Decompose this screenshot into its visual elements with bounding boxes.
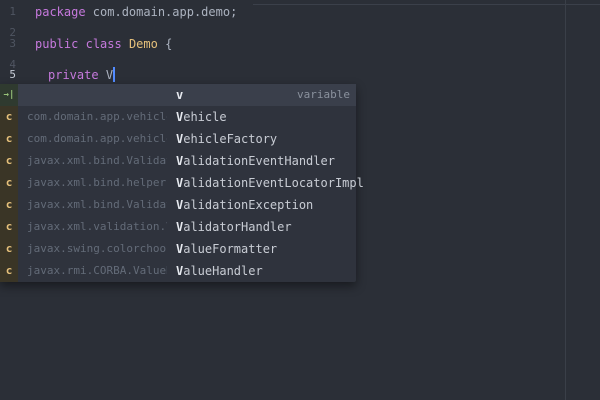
suggestion-rest: ehicleFactory [183,132,278,146]
suggestion-rest: alueHandler [183,264,263,278]
suggestion-text: ValidationEventHandler [176,150,335,172]
suggestion-package: javax.rmi.CORBA.ValueHa… [27,264,167,277]
suggestion-rest: alidationEventLocatorImpl [183,176,364,190]
suggestion-rest: ehicle [183,110,227,124]
suggestion-rest: alidationException [183,198,314,212]
suggestion-package: javax.xml.bind.helpers… [27,176,167,189]
suggestion-package: javax.xml.bind.Validati… [27,198,167,211]
class-type-icon: c [0,194,18,216]
suggestion-text: ValueFormatter [176,238,277,260]
line-number: 3 [9,37,16,50]
text-cursor [113,67,116,82]
autocomplete-item[interactable]: c javax.xml.validation.Va… ValidatorHand… [0,216,356,238]
suggestion-package: javax.xml.bind.Validati… [27,154,167,167]
suggestion-text: ValidatorHandler [176,216,292,238]
class-type-icon: c [0,106,18,128]
autocomplete-item-selected[interactable]: →| v variable [0,84,356,106]
class-type-icon: c [0,216,18,238]
suggestion-text: ValidationException [176,194,313,216]
class-type-icon: c [0,128,18,150]
snippet-arrow-icon: →| [0,84,18,106]
suggestion-kind: variable [297,88,350,101]
wrap-guide [565,0,566,400]
keyword-public: public [35,37,79,51]
keyword-private: private [48,68,99,82]
autocomplete-item[interactable]: c javax.xml.bind.helpers… ValidationEven… [0,172,364,194]
keyword-class: class [85,37,122,51]
suggestion-package: com.domain.app.vehicle… [27,110,167,123]
class-type-icon: c [0,172,18,194]
keyword-package: package [35,5,86,19]
autocomplete-item[interactable]: c javax.xml.bind.Validati… ValidationEve… [0,150,356,172]
autocomplete-item[interactable]: c com.domain.app.vehicle… Vehicle [0,106,356,128]
code-line-3[interactable]: public class Demo { [35,33,172,55]
code-line-1[interactable]: package com.domain.app.demo; [35,1,237,23]
code-line-5[interactable]: private V [48,64,116,86]
autocomplete-item[interactable]: c javax.rmi.CORBA.ValueHa… ValueHandler [0,260,356,282]
class-type-icon: c [0,260,18,282]
suggestion-text: ValueHandler [176,260,263,282]
suggestion-package: javax.xml.validation.Va… [27,220,167,233]
suggestion-text: v [176,84,183,106]
autocomplete-item[interactable]: c javax.swing.colorchoose… ValueFormatte… [0,238,356,260]
autocomplete-item[interactable]: c javax.xml.bind.Validati… ValidationExc… [0,194,356,216]
tab-bar-edge [253,4,600,5]
suggestion-package: javax.swing.colorchoose… [27,242,167,255]
line-number-active: 5 [9,68,16,81]
suggestion-match: v [176,88,184,102]
suggestion-text: Vehicle [176,106,227,128]
typed-text: V [105,68,114,82]
class-type-icon: c [0,238,18,260]
class-name: Demo [128,37,158,51]
line-number: 1 [9,5,16,18]
autocomplete-popup[interactable]: →| v variable c com.domain.app.vehicle… … [0,84,364,282]
suggestion-package: com.domain.app.vehicle… [27,132,167,145]
open-brace: { [157,37,173,51]
suggestion-rest: alidationEventHandler [183,154,335,168]
package-name: com.domain.app.demo; [85,5,238,19]
autocomplete-item[interactable]: c com.domain.app.vehicle… VehicleFactory [0,128,356,150]
suggestion-text: ValidationEventLocatorImpl [176,172,364,194]
suggestion-rest: alueFormatter [183,242,278,256]
suggestion-rest: alidatorHandler [183,220,292,234]
class-type-icon: c [0,150,18,172]
suggestion-text: VehicleFactory [176,128,277,150]
